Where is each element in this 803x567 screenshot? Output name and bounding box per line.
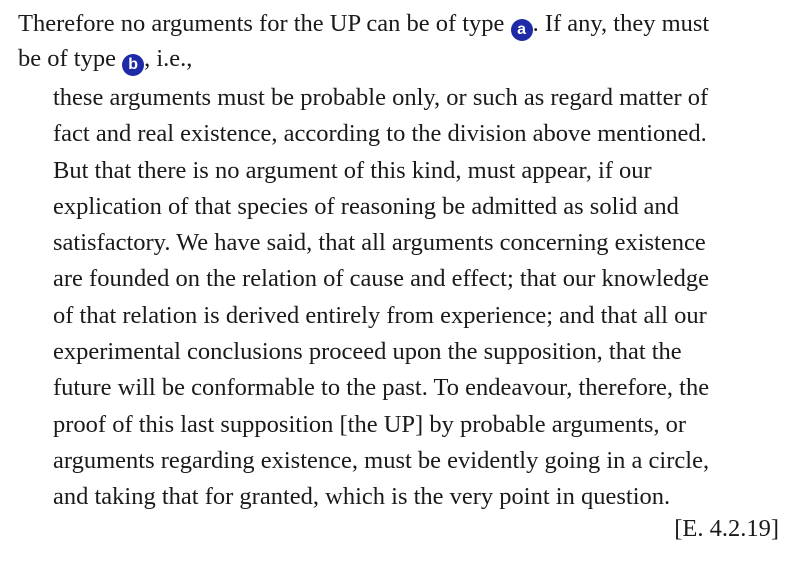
intro-text-2: . If any, they must [532,10,710,37]
type-b-badge: b [122,54,145,76]
quote-line: explication of that species of reasoning… [53,192,679,220]
quote-line: satisfactory. We have said, that all arg… [53,229,706,257]
intro-text-3: be of type [18,45,123,72]
intro-text-4: , i.e., [144,45,193,72]
quote-line: proof of this last supposition [the UP] … [53,410,687,438]
type-a-badge: a [510,19,533,41]
quote-line: these arguments must be probable only, o… [53,84,709,111]
quote-line: experimental conclusions proceed upon th… [53,338,682,366]
intro-paragraph: Therefore no arguments for the UP can be… [18,6,788,76]
quote-line: future will be conformable to the past. … [53,374,710,402]
quote-line: are founded on the relation of cause and… [53,265,710,293]
quote-line: arguments regarding existence, must be e… [53,446,710,474]
hume-quotation: these arguments must be probable only, o… [53,80,793,516]
quote-line: of that relation is derived entirely fro… [53,301,707,329]
intro-text-1: Therefore no arguments for the UP can be… [18,10,511,37]
quote-line: But that there is no argument of this ki… [53,156,652,184]
citation-reference: [E. 4.2.19] [674,515,779,542]
quote-line: fact and real existence, according to th… [53,120,707,148]
